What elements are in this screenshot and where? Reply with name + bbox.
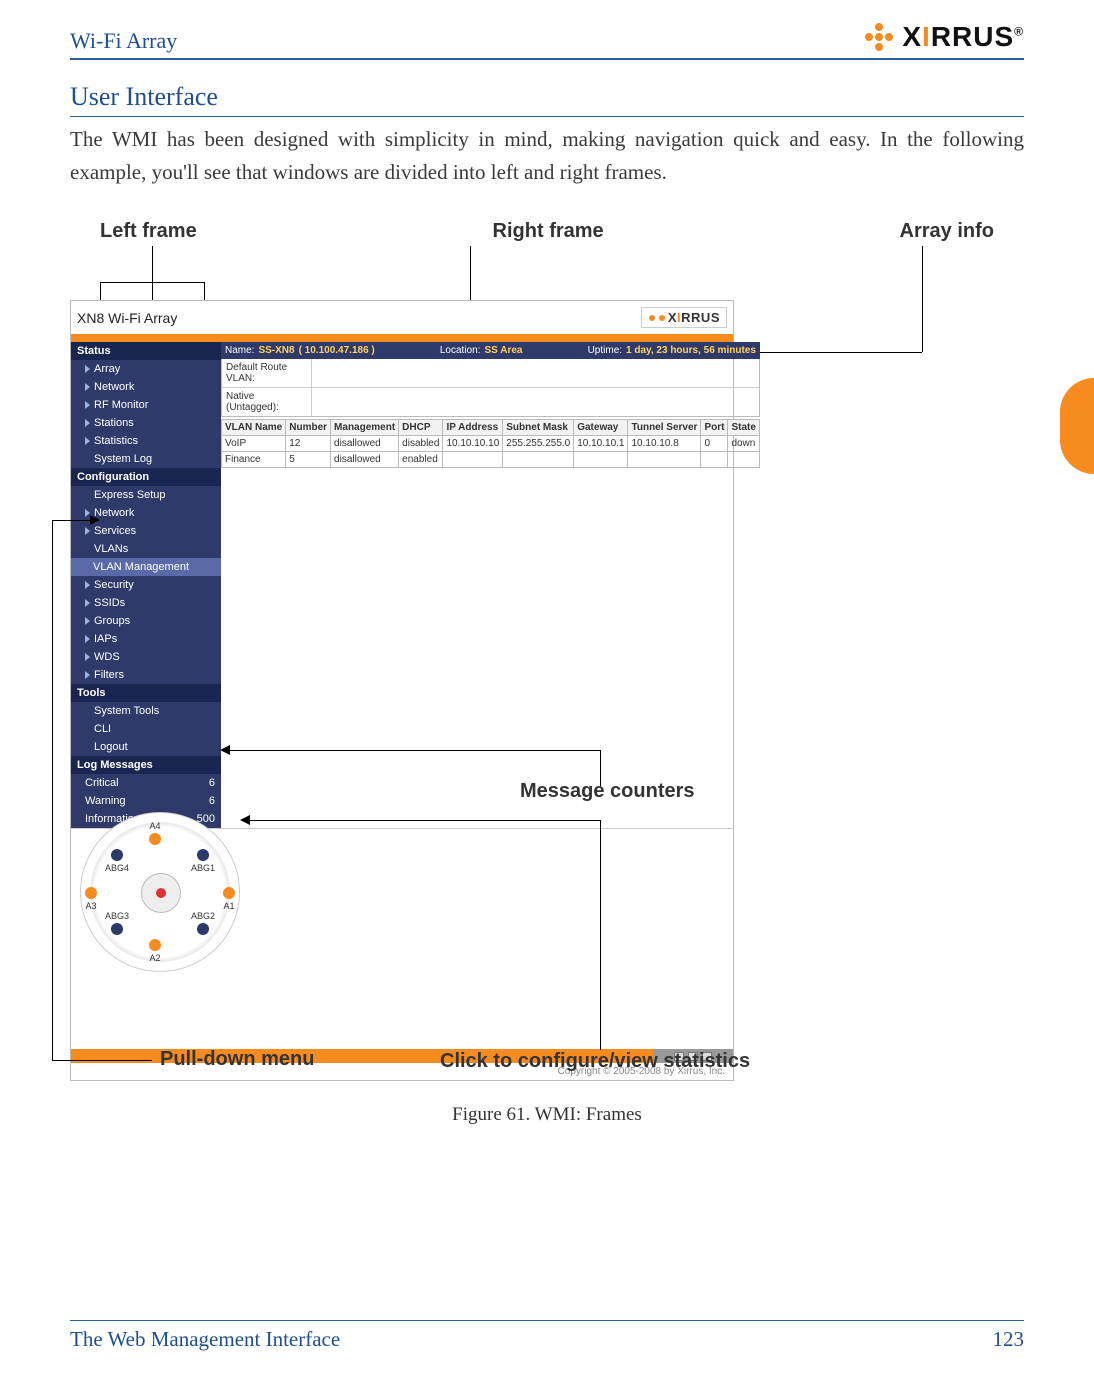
nav-item-vlan-management[interactable]: VLAN Management bbox=[71, 558, 221, 576]
logo-dot-cluster-icon bbox=[862, 20, 896, 54]
nav-item-rf-monitor[interactable]: RF Monitor bbox=[71, 396, 221, 414]
nav-item-wds[interactable]: WDS bbox=[71, 648, 221, 666]
annotation-right-frame: Right frame bbox=[493, 220, 604, 243]
iap-center-icon bbox=[141, 873, 181, 913]
log-row-warning: Warning6 bbox=[71, 792, 221, 810]
vlan-meta: Default Route VLAN: Native (Untagged): bbox=[221, 359, 760, 417]
nav-item-logout[interactable]: Logout bbox=[71, 738, 221, 756]
nav-item-vlans[interactable]: VLANs bbox=[71, 540, 221, 558]
mini-logo-icon: XIRRUS bbox=[641, 307, 727, 328]
annotation-array-info: Array info bbox=[900, 220, 994, 243]
vlan-table: VLAN Name Number Management DHCP IP Addr… bbox=[221, 419, 760, 468]
figure-caption: Figure 61. WMI: Frames bbox=[70, 1104, 1024, 1126]
section-heading: User Interface bbox=[70, 82, 1024, 117]
body-paragraph: The WMI has been designed with simplicit… bbox=[70, 123, 1024, 188]
iap-node[interactable]: A2 bbox=[149, 939, 161, 963]
footer-section: The Web Management Interface bbox=[70, 1327, 340, 1352]
figure: Left frame Right frame Array info XN8 Wi… bbox=[70, 220, 1024, 1090]
nav-item-ssids[interactable]: SSIDs bbox=[71, 594, 221, 612]
nav-section-log-messages: Log Messages bbox=[71, 756, 221, 774]
nav-item-stations[interactable]: Stations bbox=[71, 414, 221, 432]
left-nav: Status Array Network RF Monitor Stations… bbox=[71, 342, 221, 828]
nav-item-express-setup[interactable]: Express Setup bbox=[71, 486, 221, 504]
annotation-message-counters: Message counters bbox=[520, 780, 695, 803]
brand-logo: XIRRUS® bbox=[862, 20, 1024, 54]
nav-item-groups[interactable]: Groups bbox=[71, 612, 221, 630]
log-row-critical: Critical6 bbox=[71, 774, 221, 792]
array-info-bar: Name: SS-XN8 ( 10.100.47.186 ) Location:… bbox=[221, 342, 760, 359]
nav-item-system-log[interactable]: System Log bbox=[71, 450, 221, 468]
nav-item-array[interactable]: Array bbox=[71, 360, 221, 378]
annotation-click-configure: Click to configure/view statistics bbox=[440, 1050, 750, 1073]
page-number: 123 bbox=[993, 1327, 1025, 1352]
nav-item-system-tools[interactable]: System Tools bbox=[71, 702, 221, 720]
nav-item-cli[interactable]: CLI bbox=[71, 720, 221, 738]
nav-section-configuration: Configuration bbox=[71, 468, 221, 486]
nav-section-tools: Tools bbox=[71, 684, 221, 702]
table-row: VoIP 12 disallowed disabled 10.10.10.10 … bbox=[222, 436, 760, 452]
iap-node[interactable]: A4 bbox=[149, 821, 161, 845]
nav-item-security[interactable]: Security bbox=[71, 576, 221, 594]
iap-radial-diagram[interactable]: A4 ABG4 ABG1 A3 A1 ABG3 ABG2 A2 bbox=[80, 812, 240, 972]
nav-section-status: Status bbox=[71, 342, 221, 360]
iap-node[interactable]: A1 bbox=[223, 887, 235, 911]
running-head: Wi-Fi Array bbox=[70, 28, 177, 54]
iap-node[interactable]: ABG3 bbox=[105, 911, 129, 935]
array-model: XN8 Wi-Fi Array bbox=[77, 310, 177, 326]
iap-node[interactable]: ABG4 bbox=[105, 849, 129, 873]
nav-item-statistics[interactable]: Statistics bbox=[71, 432, 221, 450]
annotation-left-frame: Left frame bbox=[100, 220, 197, 243]
iap-node[interactable]: ABG1 bbox=[191, 849, 215, 873]
nav-item-network[interactable]: Network bbox=[71, 378, 221, 396]
nav-item-filters[interactable]: Filters bbox=[71, 666, 221, 684]
iap-node[interactable]: ABG2 bbox=[191, 911, 215, 935]
iap-node[interactable]: A3 bbox=[85, 887, 97, 911]
annotation-pulldown: Pull-down menu bbox=[160, 1048, 314, 1071]
nav-item-iaps[interactable]: IAPs bbox=[71, 630, 221, 648]
table-row: Finance 5 disallowed enabled bbox=[222, 452, 760, 468]
